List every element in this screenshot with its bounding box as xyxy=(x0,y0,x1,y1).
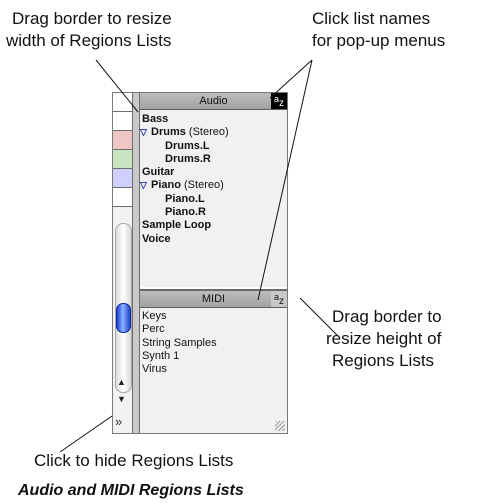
leader-line-resize-height xyxy=(299,297,339,337)
leader-line-hide xyxy=(59,415,113,453)
leader-line-resize-width xyxy=(95,59,139,113)
callout-leader-lines xyxy=(59,59,339,453)
leader-line-list-names-midi xyxy=(257,59,313,301)
leader-line-list-names xyxy=(269,59,313,99)
